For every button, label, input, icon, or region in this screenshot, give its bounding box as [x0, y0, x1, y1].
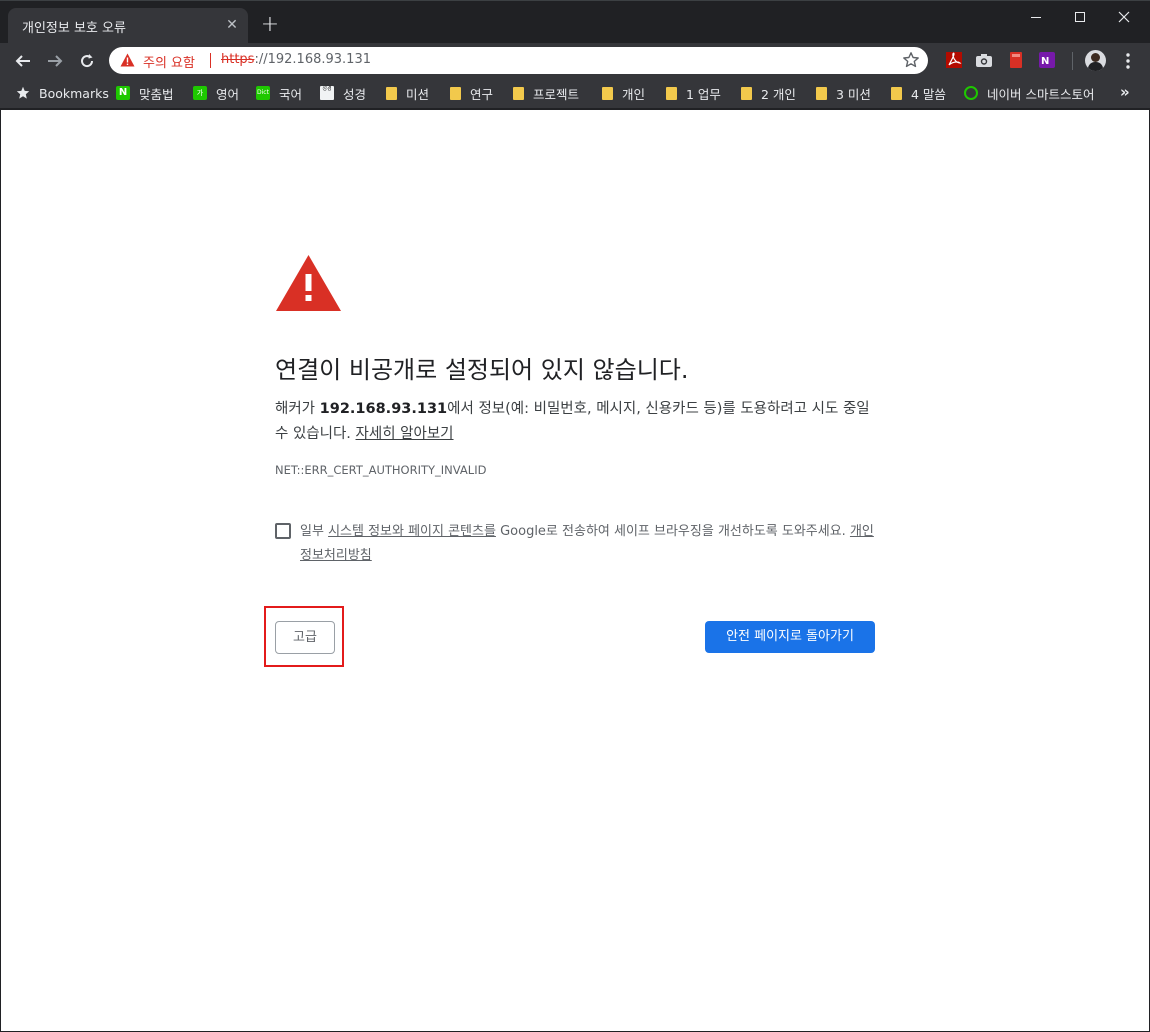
- error-code: NET::ERR_CERT_AUTHORITY_INVALID: [275, 463, 487, 477]
- system-info-link[interactable]: 시스템 정보와 페이지 콘텐츠를: [328, 524, 496, 539]
- bookmark-korean[interactable]: Dict 국어: [256, 84, 302, 102]
- avatar-head: [1091, 53, 1100, 62]
- folder-icon: [816, 86, 827, 100]
- bookmark-label: 미션: [406, 86, 430, 102]
- folder-icon: [386, 86, 397, 100]
- optin-text: 일부 시스템 정보와 페이지 콘텐츠를 Google로 전송하여 세이프 브라우…: [300, 520, 875, 568]
- avatar-body: [1088, 62, 1103, 71]
- folder-icon: [741, 86, 752, 100]
- bookmark-label: Bookmarks: [39, 85, 109, 101]
- folder-icon: [602, 86, 613, 100]
- reload-icon: [81, 54, 94, 68]
- smartstore-icon: [964, 86, 978, 100]
- advanced-button[interactable]: 고급: [275, 621, 335, 654]
- bookmark-label: 연구: [470, 86, 494, 102]
- tab-privacy-error[interactable]: 개인정보 보호 오류 ✕: [8, 8, 248, 44]
- bookmark-folder-mission[interactable]: 미션: [386, 84, 429, 102]
- bookmarks-bar: Bookmarks N 맞춤법 가 영어 Dict 국어 성경 성경 미션 연구…: [0, 78, 1150, 108]
- acrobat-extension-icon[interactable]: [945, 51, 963, 69]
- onenote-extension-icon[interactable]: N: [1038, 51, 1056, 69]
- star-icon: [16, 86, 30, 99]
- bookmark-label: 1 업무: [686, 86, 721, 102]
- address-bar[interactable]: 주의 요함 https://192.168.93.131: [109, 47, 928, 74]
- bookmark-label: 프로젝트: [533, 86, 580, 102]
- learn-more-link[interactable]: 자세히 알아보기: [356, 426, 454, 442]
- close-window-button[interactable]: [1101, 1, 1147, 33]
- bookmark-folder-work[interactable]: 1 업무: [666, 84, 721, 102]
- toolbar-divider: [1072, 52, 1073, 70]
- bookmark-label: 개인: [622, 86, 646, 102]
- error-page: 연결이 비공개로 설정되어 있지 않습니다. 해커가 192.168.93.13…: [1, 110, 1149, 1031]
- url-host: ://192.168.93.131: [254, 52, 371, 67]
- bookmarks-overflow-icon[interactable]: »: [1120, 83, 1130, 101]
- bookmark-label: 국어: [279, 86, 303, 102]
- naver-icon: N: [116, 86, 130, 100]
- back-button[interactable]: [9, 47, 37, 75]
- tab-title: 개인정보 보호 오류: [22, 21, 126, 36]
- close-icon: [1118, 11, 1130, 23]
- reload-button[interactable]: [73, 47, 101, 75]
- status-divider: [210, 53, 211, 68]
- back-to-safety-button[interactable]: 안전 페이지로 돌아가기: [705, 621, 875, 653]
- bookmark-star-icon[interactable]: [902, 51, 920, 69]
- bookmark-folder-mission-3[interactable]: 3 미션: [816, 84, 871, 102]
- bookmark-folder-personal-2[interactable]: 2 개인: [741, 84, 796, 102]
- url-scheme: https: [221, 52, 255, 67]
- bookmark-folder-research[interactable]: 연구: [450, 84, 493, 102]
- bookmark-label: 영어: [216, 86, 240, 102]
- bookmark-label: 2 개인: [761, 86, 796, 102]
- desc-prefix: 해커가: [275, 401, 320, 417]
- svg-text:N: N: [1041, 56, 1049, 67]
- arrow-left-icon: [15, 55, 30, 67]
- folder-icon: [513, 86, 524, 100]
- bookmark-label: 성경: [343, 86, 367, 102]
- warning-triangle-icon: [276, 255, 341, 311]
- desc-host: 192.168.93.131: [319, 401, 448, 417]
- warning-icon[interactable]: [120, 53, 135, 67]
- bookmark-label: 네이버 스마트스토어: [987, 86, 1095, 102]
- folder-icon: [891, 86, 902, 100]
- book-extension-icon[interactable]: [1007, 51, 1025, 69]
- camera-extension-icon[interactable]: [975, 51, 993, 69]
- page-title: 연결이 비공개로 설정되어 있지 않습니다.: [275, 356, 689, 384]
- bookmark-label: 3 미션: [836, 86, 871, 102]
- new-tab-button[interactable]: +: [258, 14, 282, 38]
- naver-dict-icon: 가: [193, 86, 207, 100]
- profile-avatar[interactable]: [1085, 50, 1106, 71]
- browser-toolbar: 주의 요함 https://192.168.93.131 N: [0, 43, 1150, 78]
- security-status-label[interactable]: 주의 요함: [143, 52, 195, 71]
- dict-icon: Dict: [256, 86, 270, 100]
- maximize-icon: [1075, 12, 1085, 22]
- bookmark-smartstore[interactable]: 네이버 스마트스토어: [964, 84, 1102, 102]
- title-bar: 개인정보 보호 오류 ✕ +: [0, 0, 1150, 44]
- forward-button[interactable]: [41, 47, 69, 75]
- url-text[interactable]: https://192.168.93.131: [221, 52, 371, 67]
- optin-checkbox[interactable]: [275, 523, 291, 539]
- minimize-button[interactable]: [1013, 1, 1059, 33]
- error-description: 해커가 192.168.93.131에서 정보(예: 비밀번호, 메시지, 신용…: [275, 397, 875, 447]
- bookmark-folder-personal[interactable]: 개인: [602, 84, 645, 102]
- bookmark-spelling[interactable]: N 맞춤법: [116, 84, 174, 102]
- arrow-right-icon: [48, 55, 63, 67]
- bookmark-label: 4 말씀: [911, 86, 946, 102]
- bookmark-bible[interactable]: 성경 성경: [320, 84, 366, 102]
- minimize-icon: [1031, 16, 1041, 18]
- menu-dots-icon[interactable]: [1120, 51, 1136, 71]
- bookmark-english[interactable]: 가 영어: [193, 84, 239, 102]
- optin-middle: Google로 전송하여 세이프 브라우징을 개선하도록 도와주세요.: [495, 524, 850, 539]
- tab-close-icon[interactable]: ✕: [224, 17, 240, 33]
- folder-icon: [450, 86, 461, 100]
- maximize-button[interactable]: [1057, 1, 1103, 33]
- bible-icon: 성경: [320, 86, 334, 100]
- bookmark-folder-project[interactable]: 프로젝트: [513, 84, 579, 102]
- bookmark-folder-word[interactable]: 4 말씀: [891, 84, 946, 102]
- bookmark-bookmarks[interactable]: Bookmarks: [16, 84, 109, 102]
- folder-icon: [666, 86, 677, 100]
- bookmark-label: 맞춤법: [139, 86, 174, 102]
- optin-prefix: 일부: [300, 524, 329, 539]
